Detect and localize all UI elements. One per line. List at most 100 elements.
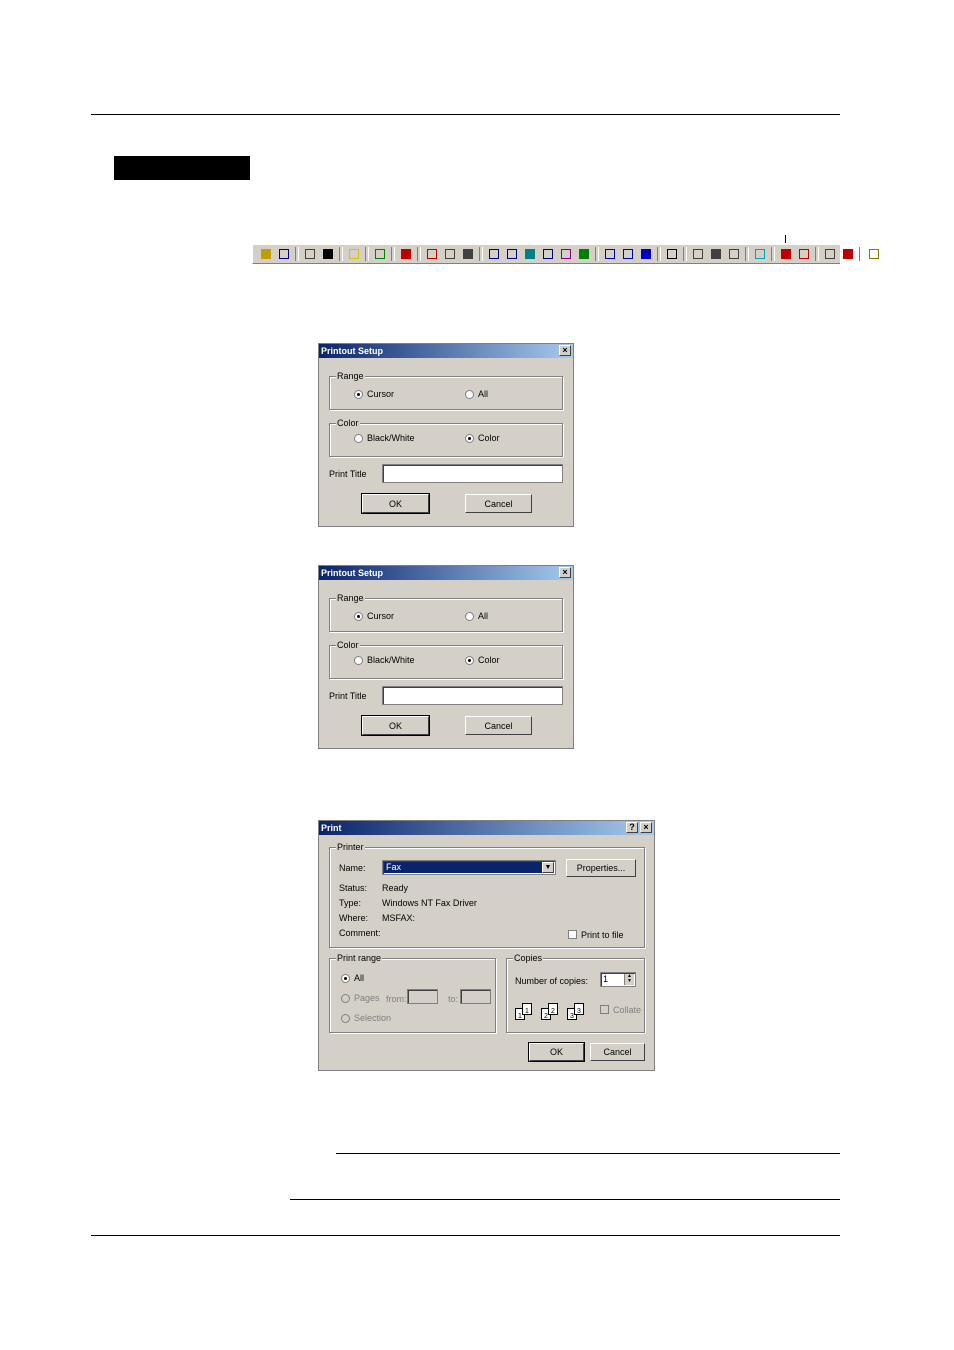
cancel-button[interactable]: Cancel (590, 1043, 645, 1061)
help-icon[interactable]: ? (626, 822, 638, 833)
printout-setup-dialog-1: Printout Setup × Range Cursor All Color … (318, 343, 574, 527)
dialog-titlebar: Printout Setup × (319, 566, 573, 580)
range-all-radio[interactable] (465, 612, 474, 621)
copy-icon[interactable] (303, 247, 317, 261)
range-cursor-radio[interactable] (354, 390, 363, 399)
cancel-button[interactable]: Cancel (465, 494, 532, 513)
stop-icon[interactable] (399, 247, 413, 261)
memo-icon-glyph (755, 249, 765, 259)
range-selection-radio (341, 1014, 350, 1023)
channel-6-icon[interactable] (577, 247, 591, 261)
grid-3-icon[interactable] (639, 247, 653, 261)
alarm-icon[interactable] (841, 247, 855, 261)
cancel-button[interactable]: Cancel (465, 716, 532, 735)
close-icon[interactable]: × (640, 822, 652, 833)
layout-3-icon[interactable] (727, 247, 741, 261)
color-color-radio[interactable] (465, 434, 474, 443)
grid-2-icon[interactable] (621, 247, 635, 261)
note-rule-bottom (290, 1199, 840, 1200)
print-title-input[interactable] (382, 464, 563, 483)
toolbar-separator (657, 247, 661, 261)
printer-group-label: Printer (336, 842, 365, 852)
ok-button[interactable]: OK (361, 715, 430, 736)
cursor-icon[interactable] (665, 247, 679, 261)
zoom-in-icon[interactable] (443, 247, 457, 261)
layout-2-icon-glyph (711, 249, 721, 259)
zoom-out-icon[interactable] (461, 247, 475, 261)
range-all-label: All (354, 973, 365, 983)
grid-1-icon-glyph (605, 249, 615, 259)
print-to-file-checkbox[interactable] (568, 930, 577, 939)
from-label: from: (386, 994, 407, 1004)
range-pages-label: Pages (354, 993, 380, 1003)
channel-3-icon-glyph (525, 249, 535, 259)
chevron-down-icon[interactable]: ▼ (542, 862, 554, 873)
properties-button[interactable]: Properties... (566, 859, 636, 877)
toolbar (252, 244, 879, 264)
export-icon[interactable] (373, 247, 387, 261)
star-icon-glyph (349, 249, 359, 259)
ok-button[interactable]: OK (528, 1042, 585, 1062)
dialog-title: Printout Setup (321, 346, 383, 356)
copies-input[interactable]: 1 ▲ ▼ (600, 972, 636, 987)
channel-1-icon[interactable] (487, 247, 501, 261)
range-all-radio[interactable] (465, 390, 474, 399)
close-icon[interactable]: × (559, 567, 571, 578)
ok-button[interactable]: OK (361, 493, 430, 514)
channel-5-icon[interactable] (559, 247, 573, 261)
grid-1-icon[interactable] (603, 247, 617, 261)
print-title-input[interactable] (382, 686, 563, 705)
color-bw-radio[interactable] (354, 434, 363, 443)
zoom-in-icon-glyph (445, 249, 455, 259)
number-of-copies-label: Number of copies: (515, 976, 589, 986)
print-title-label: Print Title (329, 469, 367, 479)
spinner-icon[interactable]: ▲ ▼ (624, 974, 634, 985)
prev-icon[interactable] (779, 247, 793, 261)
collate-page-icon: 2 (548, 1003, 558, 1015)
save-icon[interactable] (277, 247, 291, 261)
print-dialog: Print ? × Printer Name: Fax ▼ Properties… (318, 820, 655, 1071)
export-icon-glyph (375, 249, 385, 259)
layout-1-icon-glyph (693, 249, 703, 259)
find-icon-glyph (323, 249, 333, 259)
section-heading-box (114, 156, 250, 180)
record-icon-glyph (427, 249, 437, 259)
printout-setup-dialog-2: Printout Setup × Range Cursor All Color … (318, 565, 574, 749)
next-icon[interactable] (797, 247, 811, 261)
close-icon[interactable]: × (559, 345, 571, 356)
memo-icon[interactable] (753, 247, 767, 261)
channel-3-icon[interactable] (523, 247, 537, 261)
alarm-icon-glyph (843, 249, 853, 259)
printer-name-select[interactable]: Fax ▼ (382, 860, 556, 875)
next-icon-glyph (799, 249, 809, 259)
color-group-label: Color (336, 640, 360, 650)
copies-value: 1 (603, 974, 609, 984)
prev-icon-glyph (781, 249, 791, 259)
color-bw-radio[interactable] (354, 656, 363, 665)
color-color-radio[interactable] (465, 656, 474, 665)
print-title-label: Print Title (329, 691, 367, 701)
range-all-radio[interactable] (341, 974, 350, 983)
toolbar-separator (365, 247, 369, 261)
layout-1-icon[interactable] (691, 247, 705, 261)
help-icon[interactable] (867, 247, 881, 261)
layout-2-icon[interactable] (709, 247, 723, 261)
collate-checkbox (600, 1005, 609, 1014)
range-cursor-radio[interactable] (354, 612, 363, 621)
star-icon[interactable] (347, 247, 361, 261)
grid-3-icon-glyph (641, 249, 651, 259)
open-folder-icon[interactable] (259, 247, 273, 261)
print-range-group-label: Print range (336, 953, 383, 963)
dialog-titlebar: Printout Setup × (319, 344, 573, 358)
print-icon[interactable] (823, 247, 837, 261)
toolbar-separator (339, 247, 343, 261)
record-icon[interactable] (425, 247, 439, 261)
stop-icon-glyph (401, 249, 411, 259)
toolbar-separator (859, 247, 863, 261)
range-group-label: Range (336, 371, 365, 381)
toolbar-separator (745, 247, 749, 261)
channel-4-icon[interactable] (541, 247, 555, 261)
find-icon[interactable] (321, 247, 335, 261)
dialog-titlebar: Print ? × (319, 821, 654, 835)
channel-2-icon[interactable] (505, 247, 519, 261)
